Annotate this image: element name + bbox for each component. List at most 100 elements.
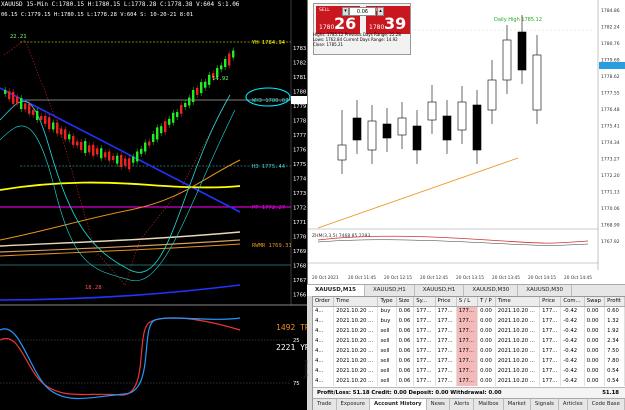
- left-chart-window[interactable]: 22.21 18.28 14.92 YH 1784.94 WH3 1780.07…: [0, 0, 307, 410]
- history-row[interactable]: 4... 2021.10.20 ... sell 0.06 177... 177... 17…: [313, 336, 625, 346]
- history-row[interactable]: 4... 2021.10.20 ... sell 0.06 177... 177... 17…: [313, 376, 625, 386]
- history-cell: buy: [377, 316, 397, 326]
- history-cell: 0.06: [396, 326, 415, 336]
- terminal-tab[interactable]: Mailbox: [474, 399, 504, 410]
- left-hi-label: 22.21: [10, 34, 27, 40]
- chart-tab[interactable]: XAUUSD,M15: [307, 285, 366, 296]
- history-cell: 2021.10.20 ...: [495, 336, 541, 346]
- history-cell: 4...: [313, 336, 335, 346]
- history-row[interactable]: 4... 2021.10.20 ... sell 0.06 177... 177... 17…: [313, 326, 625, 336]
- terminal-tab[interactable]: Alerts: [450, 399, 475, 410]
- history-cell: 2021.10.20 ...: [333, 356, 379, 366]
- column-header[interactable]: Time: [333, 297, 379, 307]
- time-tick-label: 20 Oct 13:45: [492, 275, 520, 281]
- terminal-tab[interactable]: Articles: [559, 399, 588, 410]
- history-cell: 0.00: [584, 316, 606, 326]
- column-header[interactable]: Order: [313, 297, 335, 307]
- left-chart-subtitle: 06.15 C:1779.15 H:1780.15 L:1778.28 V:60…: [1, 12, 194, 18]
- terminal-tab[interactable]: Trade: [313, 399, 337, 410]
- history-cell: 4...: [313, 356, 335, 366]
- terminal-tab[interactable]: Code Base: [588, 399, 625, 410]
- price-tick-label: 1778.62: [601, 74, 620, 80]
- terminal-tab[interactable]: Exposure: [337, 399, 371, 410]
- column-header[interactable]: T / P: [477, 297, 496, 307]
- chart-tab[interactable]: XAUUSD,M30: [518, 285, 573, 296]
- chart-tab[interactable]: XAUUSD,H1: [365, 285, 415, 296]
- history-row[interactable]: 4... 2021.10.20 ... buy 0.06 177... 177... 177…: [313, 316, 625, 326]
- column-header[interactable]: Price: [435, 297, 457, 307]
- history-cell: sell: [377, 356, 397, 366]
- history-cell: -0.42: [560, 366, 585, 376]
- history-cell: 2021.10.20 ...: [495, 376, 541, 386]
- time-tick-label: 20 Oct 13:15: [456, 275, 484, 281]
- chart-tab[interactable]: XAUUSD,M30: [464, 285, 519, 296]
- lot-up-button[interactable]: ▴: [377, 7, 384, 16]
- buy-small-price: 1780: [369, 24, 385, 31]
- history-cell: 177...: [435, 316, 457, 326]
- price-tick-label: 1769: [293, 249, 306, 255]
- daily-high-label: Daily High 1785.12: [494, 17, 542, 23]
- history-row[interactable]: 4... 2021.10.20 ... sell 0.06 177... 177... 17…: [313, 356, 625, 366]
- price-tick-label: 1775.41: [601, 124, 620, 130]
- left-chart-canvas[interactable]: 22.21 18.28 14.92 YH 1784.94 WH3 1780.07…: [0, 0, 307, 410]
- history-cell: 177...: [456, 326, 479, 336]
- lot-down-button[interactable]: ▾: [342, 7, 349, 16]
- lot-size-input[interactable]: 0.06: [349, 7, 376, 16]
- history-row[interactable]: 4... 2021.10.20 ... buy 0.06 177... 177... 177…: [313, 306, 625, 316]
- column-header[interactable]: Swap: [584, 297, 606, 307]
- column-header[interactable]: Price: [539, 297, 562, 307]
- time-tick-label: 20 Oct 2021: [312, 275, 339, 281]
- history-cell: -0.42: [560, 346, 585, 356]
- terminal-tab[interactable]: Market: [504, 399, 531, 410]
- history-cell: 177...: [539, 346, 562, 356]
- history-row[interactable]: 4... 2021.10.20 ... sell 0.06 177... 177... 17…: [313, 366, 625, 376]
- history-cell: 177...: [539, 326, 562, 336]
- history-cell: 177...: [456, 366, 479, 376]
- osc-second-value: 2221 YR: [276, 343, 307, 352]
- price-tick-label: 1780: [293, 90, 306, 96]
- column-header[interactable]: Profit: [604, 297, 625, 307]
- osc-25-label: 25: [293, 338, 300, 344]
- history-cell: 177...: [539, 336, 562, 346]
- history-header-row: Order Time Type Size Sy... Price S / L T…: [313, 297, 625, 307]
- history-cell: 0.54: [604, 376, 625, 386]
- terminal-tab[interactable]: News: [427, 399, 450, 410]
- sell-big-price: 26: [334, 14, 357, 33]
- chart-tab[interactable]: XAUUSD,H1: [415, 285, 465, 296]
- level-rwmr: RWMR 1769.31: [252, 243, 292, 249]
- price-tick-label: 1782: [293, 61, 306, 67]
- level-yh: YH 1784.94: [252, 40, 286, 46]
- history-cell: 0.06: [396, 316, 415, 326]
- history-row[interactable]: 4... 2021.10.20 ... sell 0.06 177... 177... 17…: [313, 346, 625, 356]
- candle: [352, 117, 362, 141]
- candle: [532, 54, 542, 111]
- history-cell: sell: [377, 336, 397, 346]
- history-cell: 177...: [539, 306, 562, 316]
- history-cell: 0.06: [396, 306, 415, 316]
- price-tick-label: 1767: [293, 278, 306, 284]
- history-cell: 0.00: [477, 306, 496, 316]
- history-cell: 2021.10.20 ...: [333, 306, 379, 316]
- history-cell: 2021.10.20 ...: [495, 306, 541, 316]
- column-header[interactable]: S / L: [456, 297, 479, 307]
- history-cell: 2021.10.20 ...: [495, 326, 541, 336]
- column-header[interactable]: Size: [396, 297, 415, 307]
- mt4-workspace: 22.21 18.28 14.92 YH 1784.94 WH3 1780.07…: [0, 0, 625, 410]
- time-tick-label: 20 Oct 14:15: [528, 275, 556, 281]
- terminal-tab[interactable]: Account History: [370, 399, 427, 410]
- history-cell: sell: [377, 346, 397, 356]
- candle: [472, 104, 482, 151]
- history-cell: sell: [377, 366, 397, 376]
- history-cell: 177...: [456, 336, 479, 346]
- history-cell: 2021.10.20 ...: [333, 336, 379, 346]
- price-tick-label: 1770.06: [601, 206, 620, 212]
- column-header[interactable]: Sy...: [413, 297, 436, 307]
- terminal-tab[interactable]: Signals: [531, 399, 559, 410]
- history-cell: 177...: [413, 316, 436, 326]
- history-cell: 0.00: [584, 346, 606, 356]
- candle: [397, 117, 407, 136]
- column-header[interactable]: Type: [377, 297, 397, 307]
- history-cell: -0.42: [560, 306, 585, 316]
- column-header[interactable]: Time: [495, 297, 541, 307]
- column-header[interactable]: Com...: [560, 297, 585, 307]
